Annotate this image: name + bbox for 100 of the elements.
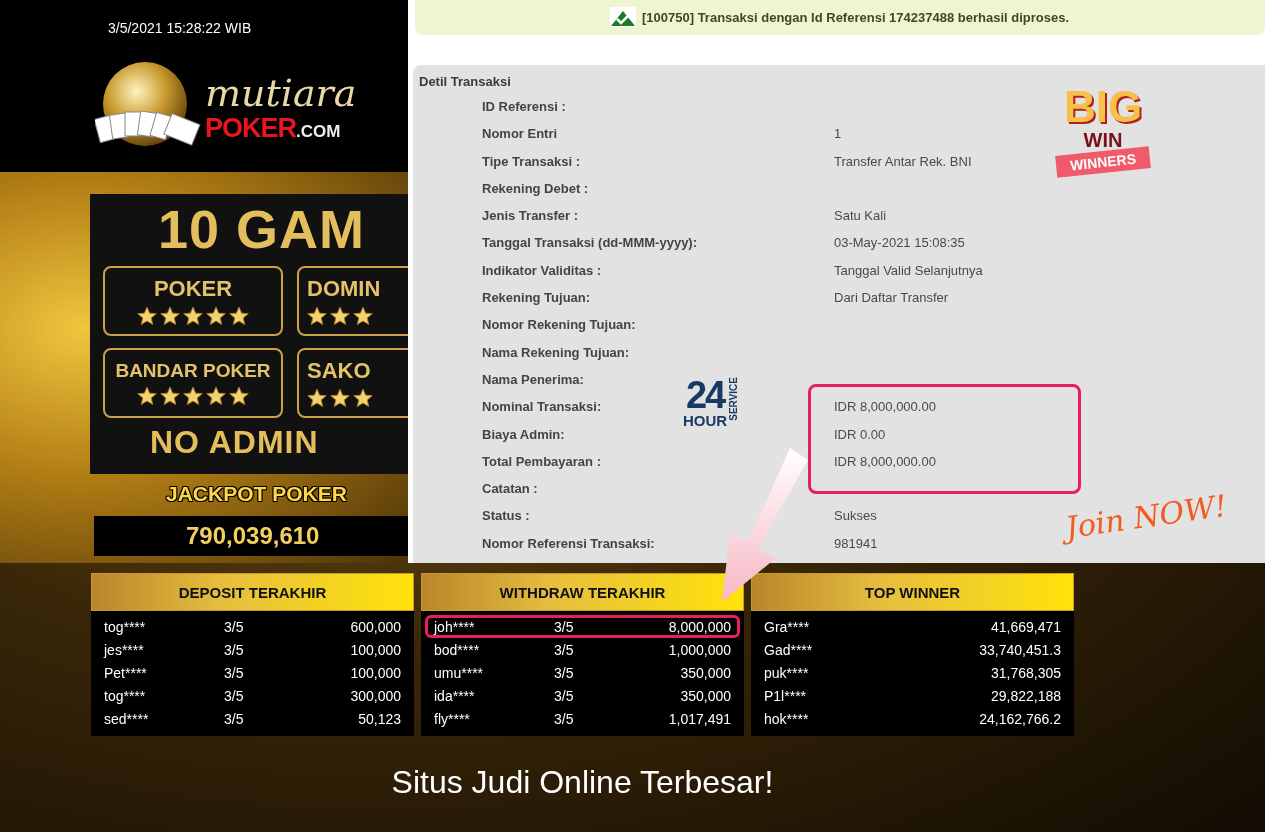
user-cell-text: Pet**** — [104, 664, 148, 681]
star-icon — [160, 386, 180, 406]
amount-cell-text: 600,000 — [349, 618, 401, 635]
star-icon — [160, 306, 180, 326]
field-value: Transfer Antar Rek. BNI — [834, 153, 972, 169]
jackpot-label: JACKPOT POKER — [166, 482, 348, 506]
date-cell-text: 3/5 — [554, 687, 575, 704]
field-label: Nomor Entri — [482, 126, 558, 142]
date-cell-text: 3/5 — [554, 618, 575, 635]
user-cell-text: jes**** — [104, 641, 145, 658]
user-cell-text: bod**** — [434, 641, 481, 658]
amount-cell-text: 100,000 — [349, 641, 401, 658]
amount-cell-text: 300,000 — [349, 687, 401, 704]
field-label: Biaya Admin: — [482, 426, 565, 442]
datetime-text: 3/5/2021 15:28:22 WIB — [108, 20, 253, 36]
game-title: DOMIN — [307, 276, 381, 302]
field-value: Satu Kali — [834, 208, 887, 224]
date-cell-text: 3/5 — [554, 710, 575, 727]
field-value: Sukses — [834, 508, 877, 524]
logo-wordmark: mutiara — [205, 72, 357, 113]
success-message: [100750] Transaksi dengan Id Referensi 174237488 berhasil diproses. — [642, 9, 1070, 25]
user-cell-text: P1l**** — [764, 687, 808, 704]
panel-title: Detil Transaksi — [419, 73, 512, 89]
user-cell-text: ida**** — [434, 687, 476, 704]
star-icon — [229, 386, 249, 406]
amount-cell-text: 33,740,451.3 — [978, 641, 1061, 658]
star-icon — [137, 306, 157, 326]
date-cell-text: 3/5 — [554, 664, 575, 681]
user-cell-text: Gad**** — [764, 641, 814, 658]
field-label: Tanggal Transaksi (dd-MMM-yyyy): — [482, 235, 697, 251]
amount-cell-text: 41,669,471 — [989, 618, 1061, 635]
amount-cell-text: 50,123 — [357, 710, 401, 727]
game-title: SAKO — [307, 358, 371, 384]
user-cell-text: sed**** — [104, 710, 150, 727]
amount-cell-text: 1,000,000 — [667, 641, 731, 658]
amount-cell-text: 24,162,766.2 — [978, 710, 1061, 727]
star-icon — [353, 306, 373, 326]
amount-cell-text: 100,000 — [349, 664, 401, 681]
date-cell-text: 3/5 — [224, 618, 245, 635]
amount-cell-text: 1,017,491 — [667, 710, 731, 727]
service-unit-text: HOUR — [683, 412, 728, 428]
field-label: Nomor Referensi Transaksi: — [482, 535, 655, 551]
jackpot-value: 790,039,610 — [94, 516, 408, 556]
field-label: Indikator Validitas : — [482, 262, 602, 278]
star-icon — [307, 306, 327, 326]
field-label: Total Pembayaran : — [482, 453, 601, 469]
field-label: Nomor Rekening Tujuan: — [482, 317, 636, 333]
game-title: POKER — [153, 276, 233, 302]
field-label: Tipe Transaksi : — [482, 153, 581, 169]
date-cell-text: 3/5 — [224, 710, 245, 727]
big-sign-text: BIG — [1063, 84, 1143, 129]
star-icon — [183, 306, 203, 326]
table-heading: TOP WINNER — [751, 573, 1074, 611]
field-label: Rekening Debet : — [482, 180, 589, 196]
field-value: Dari Daftar Transfer — [834, 290, 949, 306]
field-label: ID Referensi : — [482, 98, 566, 114]
user-cell-text: tog**** — [104, 618, 147, 635]
star-icon — [183, 386, 203, 406]
join-now-text: Join NOW! — [1063, 487, 1229, 546]
amount-cell-text: 350,000 — [679, 687, 731, 704]
star-icon — [353, 388, 373, 408]
tagline-text: Situs Judi Online Terbesar! — [390, 764, 775, 801]
user-cell-text: tog**** — [104, 687, 147, 704]
logo-brand-text: POKER — [205, 112, 297, 144]
date-cell-text: 3/5 — [224, 664, 245, 681]
user-cell-text: Gra**** — [764, 618, 811, 635]
star-icon — [206, 306, 226, 326]
star-icon — [330, 306, 350, 326]
table-heading: DEPOSIT TERAKHIR — [91, 573, 414, 611]
field-label: Catatan : — [482, 481, 538, 497]
banner-caption: NO ADMIN — [150, 424, 319, 461]
user-cell-text: hok**** — [764, 710, 810, 727]
field-value: 1 — [834, 126, 842, 142]
winners-ribbon: WINNERS — [1055, 146, 1151, 178]
game-title: BANDAR POKER — [115, 360, 271, 382]
field-value: IDR 8,000,000.00 — [834, 453, 936, 469]
amount-cell-text: 29,822,188 — [989, 687, 1061, 704]
star-icon — [137, 386, 157, 406]
field-value: IDR 0.00 — [834, 426, 886, 442]
date-cell-text: 3/5 — [224, 687, 245, 704]
success-icon — [610, 7, 636, 28]
field-label: Nama Penerima: — [482, 371, 584, 387]
amount-cell-text: 350,000 — [679, 664, 731, 681]
star-icon — [206, 386, 226, 406]
star-icon — [229, 306, 249, 326]
field-label: Nominal Transaksi: — [482, 399, 602, 415]
field-value: 981941 — [834, 535, 878, 551]
logo-domain-text: .COM — [296, 121, 341, 142]
table-heading: WITHDRAW TERAKHIR — [421, 573, 744, 611]
user-cell-text: umu**** — [434, 664, 485, 681]
service-word: SERVICE — [728, 376, 740, 421]
amount-cell-text: 31,768,305 — [989, 664, 1061, 681]
field-label: Nama Rekening Tujuan: — [482, 344, 630, 360]
amount-cell-text: 8,000,000 — [667, 618, 731, 635]
date-cell-text: 3/5 — [224, 641, 245, 658]
field-value: 03-May-2021 15:08:35 — [834, 235, 965, 251]
service-hours-number: 24 — [685, 376, 725, 413]
user-cell-text: joh**** — [434, 618, 476, 635]
star-icon — [330, 388, 350, 408]
user-cell-text: fly**** — [434, 710, 471, 727]
